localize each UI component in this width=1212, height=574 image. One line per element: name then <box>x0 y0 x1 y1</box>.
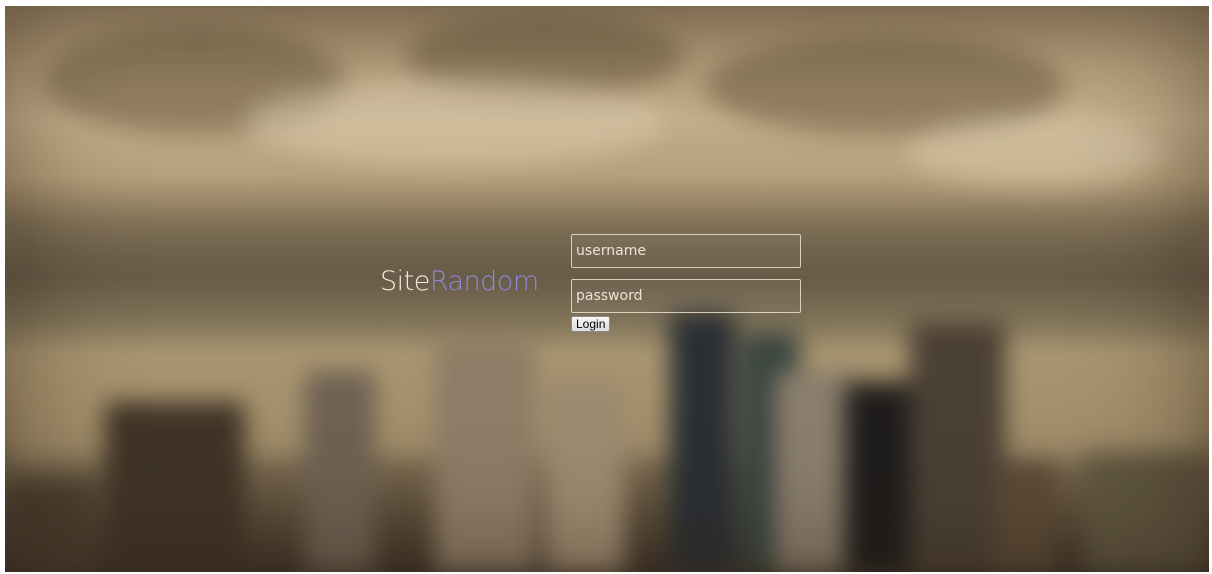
password-input[interactable] <box>571 279 801 313</box>
login-button[interactable]: Login <box>571 316 611 332</box>
logo-site-text: Site <box>380 266 430 297</box>
login-page: SiteRandom Login <box>0 0 1212 574</box>
username-input[interactable] <box>571 234 801 268</box>
logo-random-text: Random <box>429 266 539 297</box>
site-logo: SiteRandom <box>380 266 539 298</box>
